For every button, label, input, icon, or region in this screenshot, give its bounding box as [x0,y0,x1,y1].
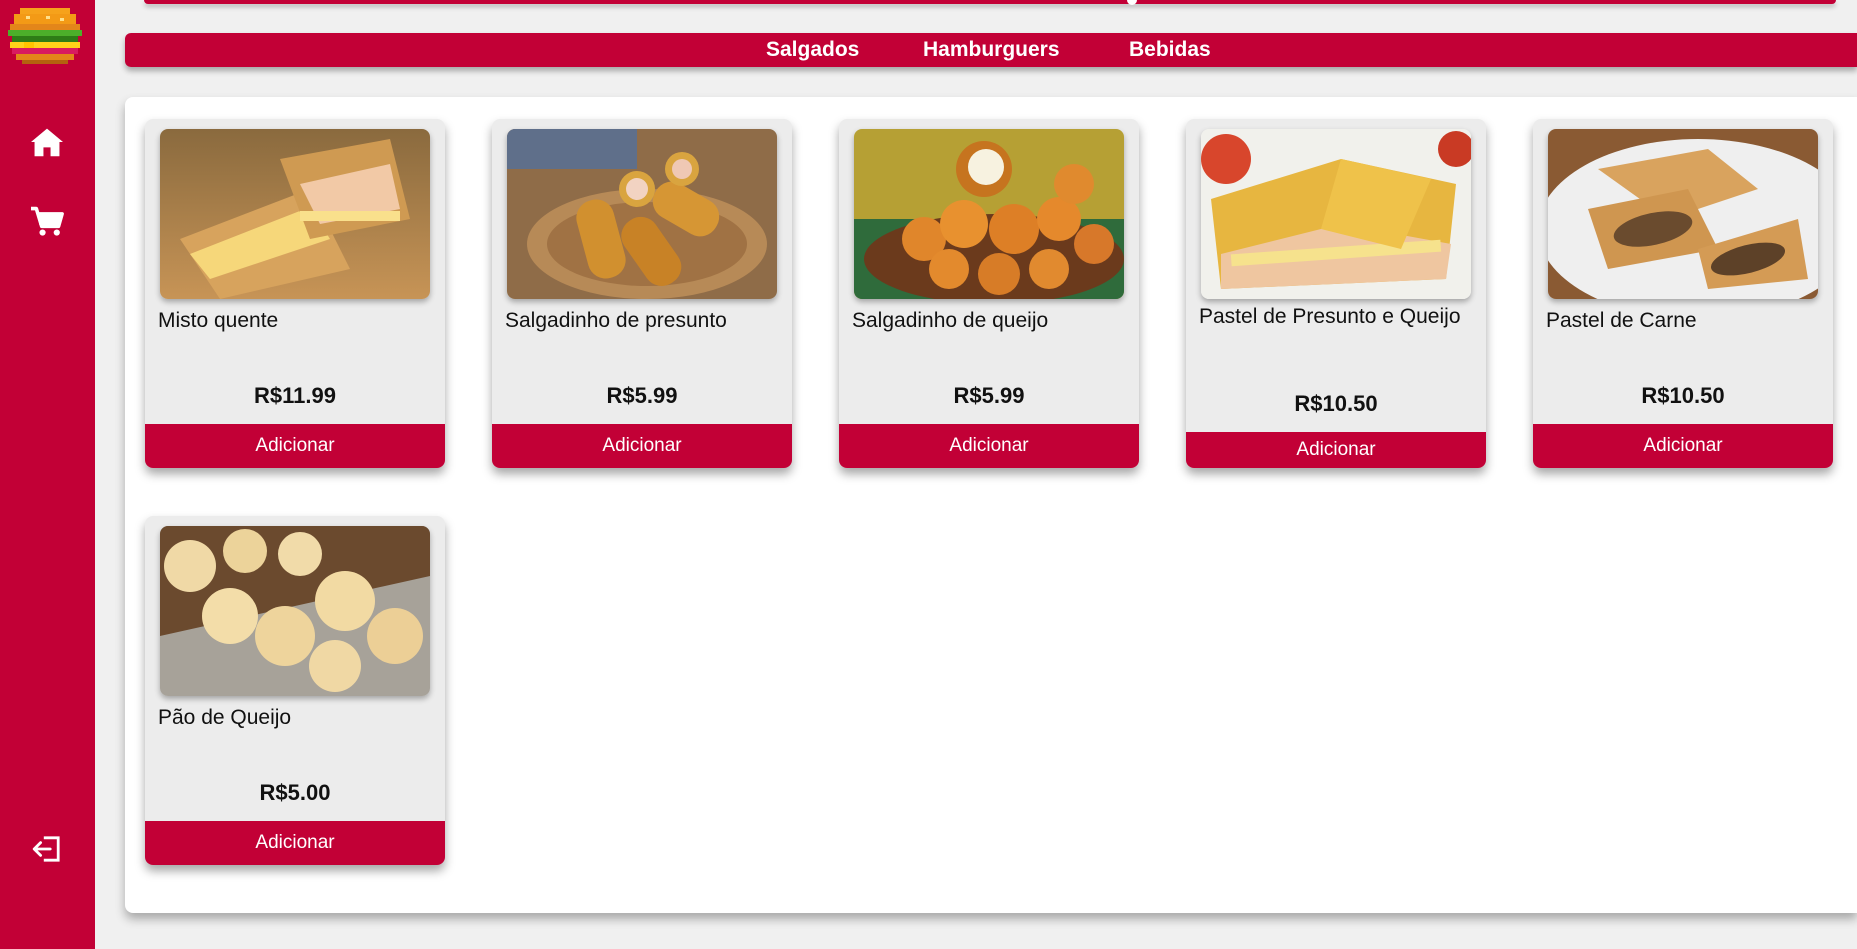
product-price: R$11.99 [254,383,336,408]
product-card: Pão de Queijo R$5.00 Adicionar [145,516,445,865]
product-name: Pastel de Presunto e Queijo [1199,305,1461,328]
add-button[interactable]: Adicionar [839,424,1139,468]
product-name: Pão de Queijo [158,706,292,729]
home-button[interactable] [26,121,68,163]
product-card: Misto quente R$11.99 Adicionar [145,119,445,468]
add-button[interactable]: Adicionar [492,424,792,468]
product-name: Salgadinho de presunto [505,309,727,332]
cheese-balls-photo-icon [854,129,1124,299]
product-name: Salgadinho de queijo [852,309,1049,332]
product-name: Misto quente [158,309,279,332]
header-indicator [1127,0,1137,5]
category-bar: Salgados Hamburguers Bebidas [125,33,1857,67]
sidebar [0,0,95,949]
croquette-photo-icon [507,129,777,299]
cart-icon [31,206,64,236]
logout-button[interactable] [26,828,68,870]
add-button[interactable]: Adicionar [145,424,445,468]
product-price: R$5.00 [259,780,331,805]
burger-logo-icon [6,4,84,66]
category-bebidas[interactable]: Bebidas [1129,33,1211,67]
add-button[interactable]: Adicionar [145,821,445,865]
category-hamburguers[interactable]: Hamburguers [923,33,1060,67]
add-button[interactable]: Adicionar [1186,432,1486,468]
product-card: Salgadinho de queijo R$5.99 Adicionar [839,119,1139,468]
product-price: R$10.50 [1294,391,1378,416]
home-icon [31,128,63,157]
grilled-sandwich-photo-icon [160,129,430,299]
product-name: Pastel de Carne [1546,309,1697,332]
product-price: R$5.99 [606,383,678,408]
product-card: Pastel de Presunto e Queijo R$10.50 Adic… [1186,119,1486,468]
add-button[interactable]: Adicionar [1533,424,1833,468]
header-bar [144,0,1836,4]
pastel-ham-cheese-photo-icon [1201,129,1471,299]
category-salgados[interactable]: Salgados [766,33,859,67]
cheese-bread-photo-icon [160,526,430,696]
product-price: R$10.50 [1641,383,1725,408]
product-card: Salgadinho de presunto R$5.99 Adicionar [492,119,792,468]
cart-button[interactable] [26,200,68,242]
products-panel: Misto quente R$11.99 Adicionar Salgadinh… [125,97,1857,913]
logout-icon [32,836,60,862]
pastel-meat-photo-icon [1548,129,1818,299]
product-card: Pastel de Carne R$10.50 Adicionar [1533,119,1833,468]
product-price: R$5.99 [953,383,1025,408]
